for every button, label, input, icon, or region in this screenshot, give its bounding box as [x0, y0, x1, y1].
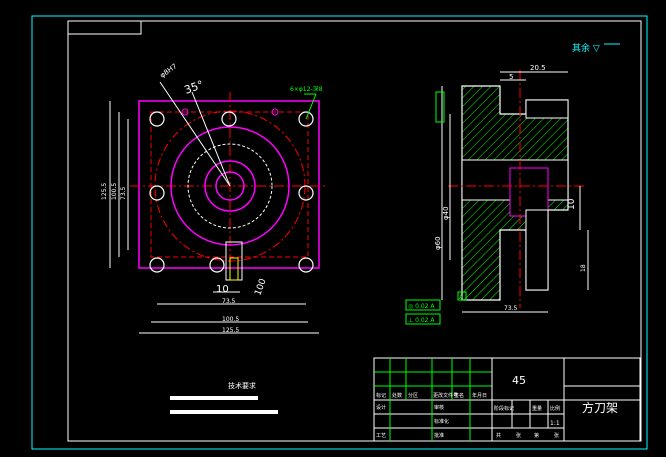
gdt-label-1: ◎ 0.02 A [408, 303, 435, 310]
bolt-hole [149, 185, 165, 201]
gdt-label-2: ⊥ 0.02 A [408, 317, 435, 324]
stage-label: 比例 [550, 405, 560, 412]
row-label: 处数 [392, 392, 402, 399]
role-label: 标准化 [434, 418, 449, 425]
dim-left-1: 125.5 [101, 183, 108, 200]
drawing-frame [67, 20, 642, 442]
side-view: φ40 φ60 5 20.5 10 18 73.5 ◎ 0.02 A ⊥ 0.0… [405, 64, 589, 325]
side-phi-2: φ60 [434, 236, 442, 250]
part-name: 方刀架 [582, 400, 618, 415]
dim-bottom-4: 125.5 [222, 327, 239, 334]
sheet-border [31, 15, 648, 450]
role-label: 设计 [376, 404, 386, 411]
sheet-label: 张 [516, 432, 521, 439]
bolt-hole [221, 111, 237, 127]
scale-label: 1:1 [550, 420, 560, 427]
sheet-label: 第 [534, 432, 539, 439]
stage-label: 重量 [532, 405, 542, 412]
tech-req-line-1 [170, 396, 258, 400]
bolt-hole [298, 257, 314, 273]
side-dim-top-1: 5 [509, 73, 513, 81]
side-dim-box [435, 91, 445, 123]
section-slot [525, 209, 549, 291]
angle-leader-2 [191, 91, 231, 187]
tech-req-title: 技术要求 [228, 381, 256, 390]
bolt-hole [149, 257, 165, 273]
angle-leader [159, 81, 231, 187]
side-dim-bottom-label: 73.5 [504, 305, 518, 312]
hole-callout: 6×φ12-深8 [290, 85, 323, 93]
title-block [373, 357, 641, 442]
role-label: 工艺 [376, 433, 386, 439]
bolt-hole [149, 111, 165, 127]
section-slot-top [525, 99, 569, 119]
stage-label: 阶段标记 [494, 405, 514, 412]
corner-tag [67, 20, 142, 35]
side-dim-top-2: 20.5 [530, 64, 546, 72]
front-view: 35° φ8H7 6×φ12-深8 125.5 100.5 73.5 10 73… [101, 62, 327, 334]
section-bore-inner [509, 167, 549, 217]
phi-small-label: φ8H7 [159, 62, 179, 79]
angle-label: 35° [183, 78, 206, 97]
row-label: 标记 [376, 392, 386, 399]
sheet-label: 张 [554, 432, 559, 439]
dim-bottom-1: 100 [253, 277, 268, 297]
material-label: 45 [512, 374, 526, 387]
dim-bottom-3: 100.5 [222, 316, 239, 323]
dim-left-3: 73.5 [120, 186, 127, 200]
side-phi-1: φ40 [442, 206, 450, 220]
side-dim-right-1: 10 [567, 198, 577, 210]
role-label: 批准 [434, 432, 444, 439]
roughness-note: 其余 ▽ [572, 42, 600, 54]
tech-req-line-2 [170, 410, 278, 414]
hole-leader [305, 93, 317, 120]
dim-small: 10 [216, 284, 229, 295]
bolt-hole [298, 185, 314, 201]
side-dim-right-2: 18 [580, 264, 587, 272]
row-label: 签名 [454, 392, 464, 399]
cad-drawing-canvas: 其余 ▽ 35° φ8H7 6×φ12-深8 125.5 100.5 73.5 … [31, 15, 648, 450]
row-label: 分区 [408, 392, 418, 399]
dim-bottom-2: 73.5 [222, 298, 236, 305]
role-label: 审核 [434, 404, 444, 411]
row-label: 年月日 [472, 392, 487, 399]
dim-left-2: 100.5 [111, 183, 118, 200]
sheet-label: 共 [496, 432, 501, 439]
